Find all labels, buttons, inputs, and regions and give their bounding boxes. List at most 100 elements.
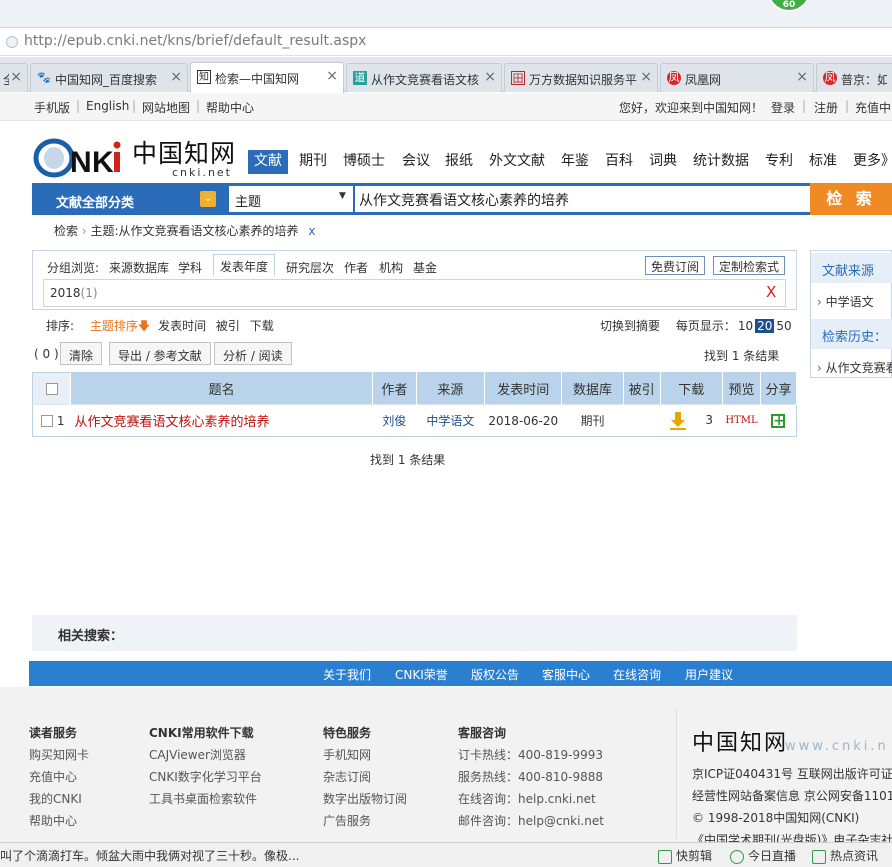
english-link[interactable]: English <box>86 99 129 113</box>
hot-news-button[interactable]: 热点资讯 <box>812 847 878 864</box>
footer-link[interactable]: 数字出版物订阅 <box>323 790 407 807</box>
nav-yearbooks[interactable]: 年鉴 <box>561 150 589 174</box>
login-link[interactable]: 登录 <box>771 99 795 116</box>
col-date[interactable]: 发表时间 <box>484 372 563 405</box>
footer-contact[interactable]: 邮件咨询：help@cnki.net <box>458 812 604 829</box>
search-field-select[interactable]: 主题 ▼ <box>229 186 353 212</box>
custom-query-button[interactable]: 定制检索式 <box>713 256 786 275</box>
news-ticker[interactable]: 叫了个滴滴打车。倾盆大雨中我俩对视了三十秒。像极... <box>0 847 299 864</box>
footer-link[interactable]: 购买知网卡 <box>29 746 89 763</box>
tab-partial-left[interactable]: 全 × <box>0 63 28 92</box>
category-selector[interactable]: 文献全部分类 <box>32 183 222 215</box>
col-database[interactable]: 数据库 <box>561 372 624 405</box>
nav-statistics[interactable]: 统计数据 <box>693 150 749 174</box>
group-fund[interactable]: 基金 <box>413 259 437 276</box>
result-title-link[interactable]: 从作文竞赛看语文核心素养的培养 <box>70 404 373 437</box>
nav-dictionary[interactable]: 词典 <box>649 150 677 174</box>
sort-topic[interactable]: 主题排序 <box>90 319 138 333</box>
search-input[interactable]: 从作文竞赛看语文核心素养的培养 <box>355 186 810 212</box>
footer-copyright[interactable]: 版权公告 <box>471 666 519 683</box>
sort-downloads[interactable]: 下载 <box>250 319 274 333</box>
history-item[interactable]: › 从作文竞赛看 <box>817 359 892 376</box>
footer-link[interactable]: 工具书桌面检索软件 <box>149 790 257 807</box>
col-source[interactable]: 来源 <box>416 372 486 405</box>
group-institution[interactable]: 机构 <box>379 259 403 276</box>
sort-cited[interactable]: 被引 <box>216 319 240 333</box>
free-subscribe-button[interactable]: 免费订阅 <box>645 256 706 275</box>
toggle-abstract-link[interactable]: 切换到摘要 <box>600 319 660 333</box>
nav-journals[interactable]: 期刊 <box>299 150 327 174</box>
address-bar[interactable]: http://epub.cnki.net/kns/brief/default_r… <box>0 29 892 56</box>
footer-link[interactable]: 广告服务 <box>323 812 371 829</box>
close-filter-icon[interactable]: X <box>766 283 776 301</box>
html-preview-link[interactable]: HTML <box>722 404 761 437</box>
source-item[interactable]: › 中学语文 <box>817 293 874 310</box>
breadcrumb-root[interactable]: 检索 <box>54 224 78 238</box>
cnki-logo[interactable]: N K 中国知网 cnki.net <box>32 130 237 180</box>
register-link[interactable]: 注册 <box>814 99 838 116</box>
col-cited[interactable]: 被引 <box>623 372 661 405</box>
sort-date[interactable]: 发表时间 <box>158 319 206 333</box>
nav-more[interactable]: 更多》 <box>853 150 892 174</box>
row-select-cell[interactable]: 1 <box>32 404 71 437</box>
chevron-down-icon[interactable]: ⌄ <box>200 191 216 207</box>
filter-value[interactable]: 2018(1) <box>50 286 98 300</box>
group-level[interactable]: 研究层次 <box>286 259 334 276</box>
result-source[interactable]: 中学语文 <box>416 404 485 437</box>
close-icon[interactable]: × <box>10 69 22 85</box>
row-checkbox[interactable] <box>41 415 53 427</box>
nav-conferences[interactable]: 会议 <box>402 150 430 174</box>
group-source-db[interactable]: 来源数据库 <box>109 259 169 276</box>
close-icon[interactable]: × <box>326 68 338 84</box>
select-all-cell[interactable] <box>32 372 72 405</box>
result-author[interactable]: 刘俊 <box>372 404 417 437</box>
col-author[interactable]: 作者 <box>372 372 417 405</box>
footer-consult[interactable]: 在线咨询 <box>613 666 661 683</box>
export-button[interactable]: 导出 / 参考文献 <box>109 342 211 365</box>
share-plus-icon[interactable]: + <box>771 413 786 428</box>
footer-link[interactable]: 我的CNKI <box>29 790 82 807</box>
close-icon[interactable]: × <box>796 69 808 85</box>
close-icon[interactable]: × <box>640 69 652 85</box>
download-cell[interactable]: 3 <box>660 404 723 437</box>
footer-honors[interactable]: CNKI荣誉 <box>395 666 448 683</box>
footer-link[interactable]: 充值中心 <box>29 768 77 785</box>
search-button[interactable]: 检 索 <box>810 183 892 215</box>
footer-link[interactable]: 杂志订阅 <box>323 768 371 785</box>
per-page-20[interactable]: 20 <box>755 319 775 333</box>
col-downloads[interactable]: 下载 <box>660 372 723 405</box>
footer-contact[interactable]: 在线咨询：help.cnki.net <box>458 790 596 807</box>
close-icon[interactable]: × <box>484 69 496 85</box>
group-subject[interactable]: 学科 <box>178 259 202 276</box>
tab-ifeng[interactable]: 凤 凤凰网 × <box>660 63 814 92</box>
group-year[interactable]: 发表年度 <box>213 254 276 276</box>
footer-link[interactable]: 帮助中心 <box>29 812 77 829</box>
tab-news[interactable]: 凤 普京：如 <box>816 63 892 92</box>
per-page-50[interactable]: 50 <box>774 319 793 333</box>
nav-theses[interactable]: 博硕士 <box>343 150 385 174</box>
analyze-button[interactable]: 分析 / 阅读 <box>214 342 292 365</box>
footer-link[interactable]: CAJViewer浏览器 <box>149 746 246 763</box>
recharge-link[interactable]: 充值中 <box>855 99 891 116</box>
tab-cnki-search[interactable]: 知 检索—中国知网 × <box>190 62 344 93</box>
nav-standards[interactable]: 标准 <box>809 150 837 174</box>
nav-literature[interactable]: 文献 <box>248 150 288 174</box>
nav-encyclopedia[interactable]: 百科 <box>605 150 633 174</box>
mobile-link[interactable]: 手机版 <box>34 99 70 116</box>
share-cell[interactable]: + <box>760 404 797 437</box>
tab-baidu[interactable]: 🐾 中国知网_百度搜索 × <box>30 63 188 92</box>
download-arrow-icon[interactable] <box>669 411 686 430</box>
footer-feedback[interactable]: 用户建议 <box>685 666 733 683</box>
clear-button[interactable]: 清除 <box>60 342 103 365</box>
live-button[interactable]: 今日直播 <box>730 847 796 864</box>
nav-foreign[interactable]: 外文文献 <box>489 150 545 174</box>
tab-article[interactable]: 道 从作文竞赛看语文核 × <box>346 63 502 92</box>
help-link[interactable]: 帮助中心 <box>206 99 254 116</box>
select-all-checkbox[interactable] <box>45 382 58 395</box>
per-page-10[interactable]: 10 <box>736 319 755 333</box>
footer-link[interactable]: 手机知网 <box>323 746 371 763</box>
col-title[interactable]: 题名 <box>70 372 374 405</box>
address-text[interactable]: http://epub.cnki.net/kns/brief/default_r… <box>24 33 366 49</box>
group-author[interactable]: 作者 <box>344 259 368 276</box>
close-icon[interactable]: × <box>170 69 182 85</box>
